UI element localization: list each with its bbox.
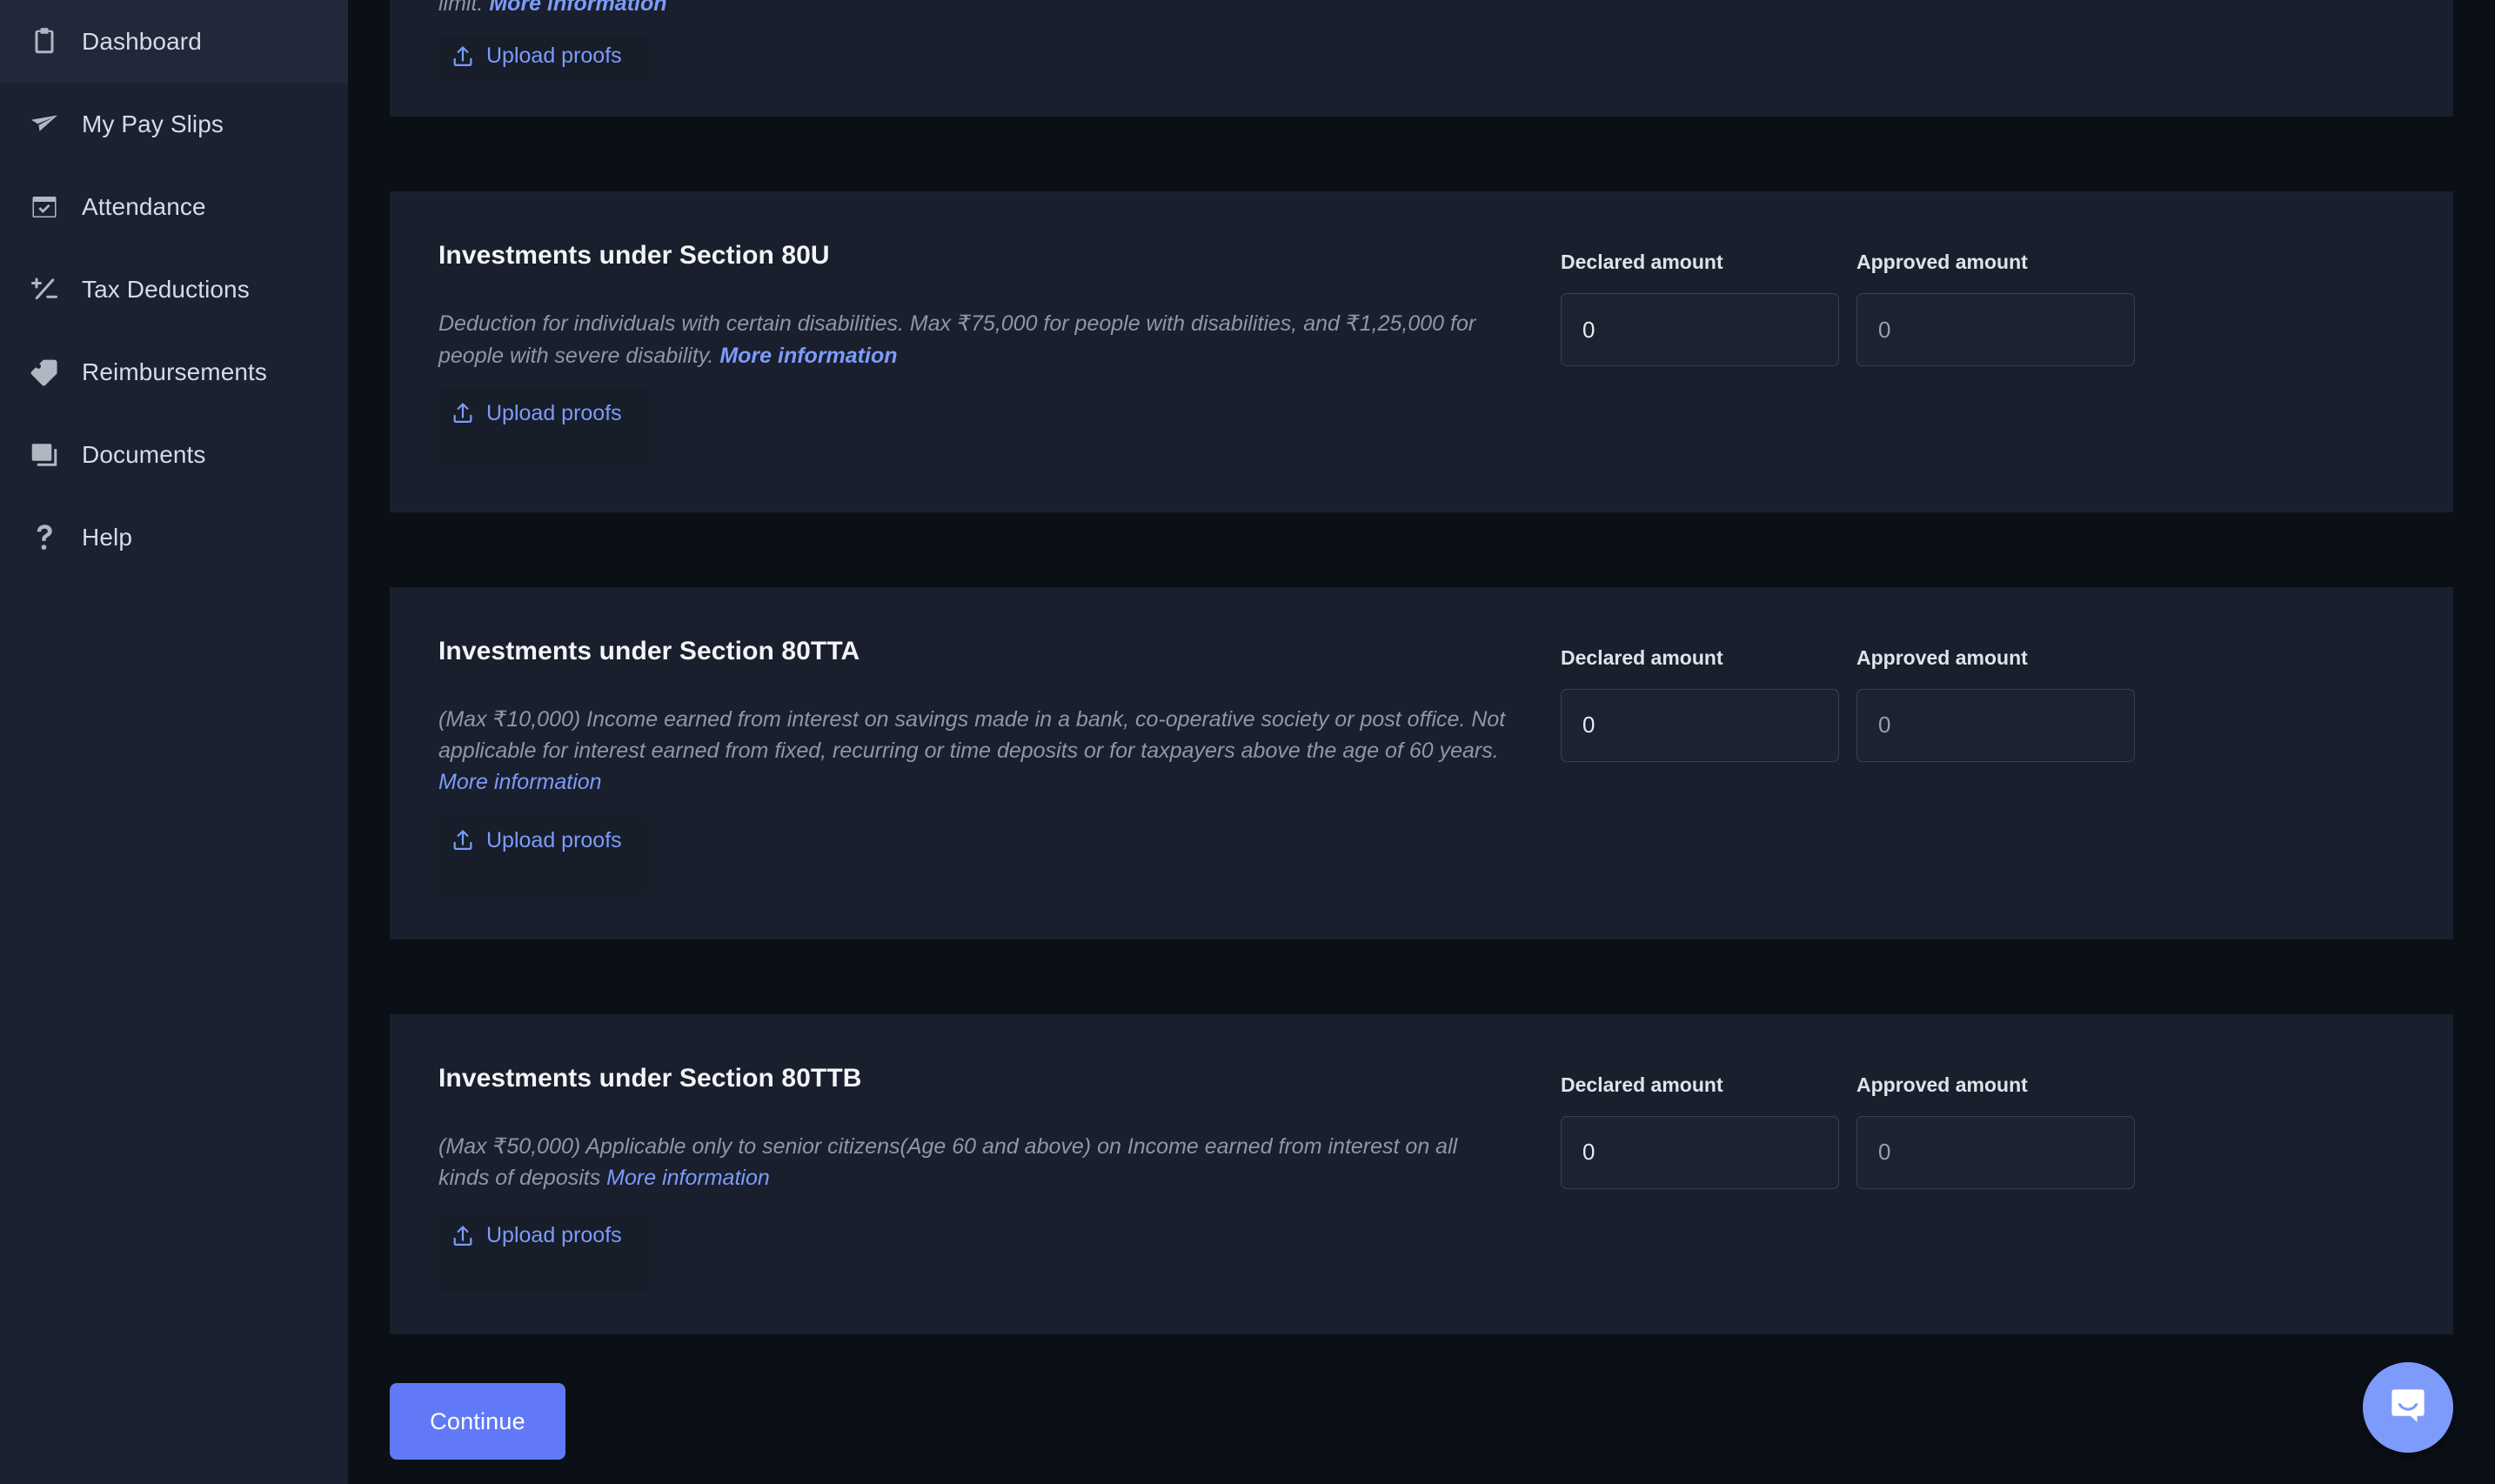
upload-proofs-link[interactable]: Upload proofs: [451, 1223, 622, 1248]
card-spacer: [348, 939, 2495, 1014]
sidebar-item-label: My Pay Slips: [82, 110, 224, 137]
continue-button[interactable]: Continue: [390, 1383, 565, 1460]
declared-amount-input[interactable]: [1561, 1115, 1839, 1189]
upload-icon: [451, 828, 475, 852]
upload-proofs-link[interactable]: Upload proofs: [451, 43, 622, 69]
declared-amount-label: Declared amount: [1561, 645, 1723, 669]
more-information-link[interactable]: More information: [438, 770, 602, 794]
calendar-check-icon: [24, 187, 64, 227]
upload-dropzone[interactable]: Upload proofs: [438, 1209, 649, 1293]
sidebar-item-label: Documents: [82, 440, 206, 468]
sidebar-item-label: Attendance: [82, 192, 206, 220]
more-information-link[interactable]: More information: [719, 344, 897, 368]
upload-dropzone[interactable]: Upload proofs: [438, 386, 649, 471]
deductions-scroll-area: limit. More information Upload proofs In…: [348, 0, 2495, 1460]
deduction-card-section-80ttb: Investments under Section 80TTB (Max ₹50…: [390, 1013, 2453, 1334]
declared-amount-input[interactable]: [1561, 293, 1839, 367]
card-title: Investments under Section 80U: [438, 241, 830, 271]
card-spacer: [348, 512, 2495, 587]
more-information-link[interactable]: More information: [606, 1166, 770, 1190]
description-text: Deduction for individuals with certain d…: [438, 311, 1476, 368]
upload-dropzone[interactable]: Upload proofs: [438, 35, 649, 88]
more-information-link[interactable]: More information: [489, 0, 666, 16]
card-left: Investments under Section 80TTA (Max ₹10…: [438, 636, 1561, 898]
card-left: limit. More information Upload proofs: [438, 0, 1561, 88]
footer-actions: Continue: [348, 1334, 2495, 1460]
sidebar-item-label: Tax Deductions: [82, 275, 250, 303]
card-description: (Max ₹50,000) Applicable only to senior …: [438, 1131, 1508, 1194]
upload-icon: [451, 1224, 475, 1248]
sidebar-item-reimbursements[interactable]: Reimbursements: [0, 331, 348, 413]
card-right: Declared amount Approved amount: [1561, 240, 2187, 471]
sidebar-nav: Dashboard My Pay Slips Attendance Tax De…: [0, 0, 348, 578]
description-text: (Max ₹50,000) Applicable only to senior …: [438, 1133, 1458, 1190]
sidebar-item-documents[interactable]: Documents: [0, 413, 348, 496]
declared-amount-field: Declared amount: [1561, 646, 1839, 898]
card-title: Investments under Section 80TTA: [438, 636, 860, 665]
upload-proofs-label: Upload proofs: [486, 43, 622, 69]
upload-dropzone[interactable]: Upload proofs: [438, 813, 649, 898]
card-description: Deduction for individuals with certain d…: [438, 308, 1508, 371]
clipboard-icon: [24, 22, 64, 62]
declared-amount-label: Declared amount: [1561, 1073, 1723, 1096]
approved-amount-label: Approved amount: [1856, 1073, 2028, 1096]
card-spacer: [348, 117, 2495, 191]
approved-amount-input: [1856, 688, 2135, 762]
approved-amount-label: Approved amount: [1856, 251, 2028, 274]
approved-amount-input: [1856, 293, 2135, 367]
deduction-card-partial: limit. More information Upload proofs: [390, 0, 2453, 117]
sidebar-item-label: Reimbursements: [82, 358, 268, 385]
sidebar-item-tax-deductions[interactable]: Tax Deductions: [0, 248, 348, 331]
app-root: Dashboard My Pay Slips Attendance Tax De…: [0, 0, 2495, 1484]
card-right: Declared amount Approved amount: [1561, 1063, 2187, 1293]
tag-icon: [24, 352, 64, 392]
card-right: [1561, 0, 2187, 87]
approved-amount-field: Approved amount: [1856, 1073, 2135, 1293]
documents-icon: [24, 435, 64, 475]
sidebar: Dashboard My Pay Slips Attendance Tax De…: [0, 0, 348, 1484]
sidebar-item-help[interactable]: Help: [0, 496, 348, 578]
card-right: Declared amount Approved amount: [1561, 636, 2187, 898]
description-text: limit.: [438, 0, 484, 16]
card-title: Investments under Section 80TTB: [438, 1063, 862, 1093]
chat-bubble-smile-icon: [2385, 1383, 2431, 1433]
declared-amount-label: Declared amount: [1561, 251, 1723, 274]
sidebar-item-dashboard[interactable]: Dashboard: [0, 0, 348, 83]
deduction-card-section-80u: Investments under Section 80U Deduction …: [390, 191, 2453, 512]
chat-launcher-button[interactable]: [2363, 1362, 2453, 1453]
description-text: (Max ₹10,000) Income earned from interes…: [438, 706, 1506, 763]
upload-icon: [451, 44, 475, 69]
approved-amount-input: [1856, 1115, 2135, 1189]
sidebar-item-my-pay-slips[interactable]: My Pay Slips: [0, 83, 348, 165]
approved-amount-field: Approved amount: [1856, 251, 2135, 471]
main-content: limit. More information Upload proofs In…: [348, 0, 2495, 1484]
upload-icon: [451, 401, 475, 425]
upload-proofs-label: Upload proofs: [486, 1223, 622, 1247]
upload-proofs-link[interactable]: Upload proofs: [451, 401, 622, 426]
upload-proofs-label: Upload proofs: [486, 400, 622, 425]
approved-amount-label: Approved amount: [1856, 645, 2028, 669]
sidebar-item-label: Help: [82, 523, 132, 551]
card-left: Investments under Section 80TTB (Max ₹50…: [438, 1063, 1561, 1293]
question-mark-icon: [24, 518, 64, 558]
card-description: limit. More information: [438, 0, 1508, 19]
sidebar-item-attendance[interactable]: Attendance: [0, 165, 348, 248]
deduction-card-section-80tta: Investments under Section 80TTA (Max ₹10…: [390, 586, 2453, 939]
declared-amount-field: Declared amount: [1561, 251, 1839, 471]
card-left: Investments under Section 80U Deduction …: [438, 240, 1561, 471]
approved-amount-field: Approved amount: [1856, 646, 2135, 898]
upload-proofs-link[interactable]: Upload proofs: [451, 828, 622, 853]
declared-amount-input[interactable]: [1561, 688, 1839, 762]
upload-proofs-label: Upload proofs: [486, 827, 622, 852]
paper-plane-icon: [24, 104, 64, 144]
declared-amount-field: Declared amount: [1561, 1073, 1839, 1293]
card-description: (Max ₹10,000) Income earned from interes…: [438, 704, 1508, 799]
sidebar-item-label: Dashboard: [82, 27, 202, 55]
plus-minus-icon: [24, 270, 64, 310]
